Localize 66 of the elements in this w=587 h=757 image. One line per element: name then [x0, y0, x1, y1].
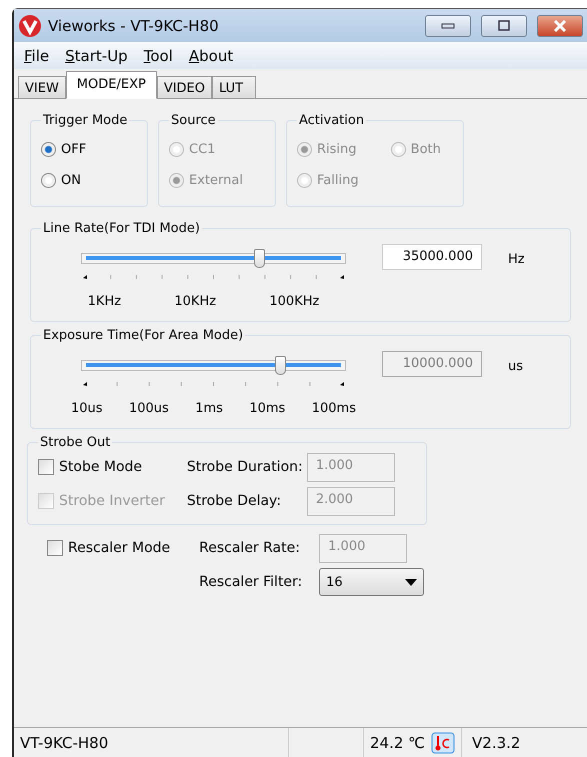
tab[interactable]: VIDEO: [156, 76, 212, 98]
status-text: VT-9KC-H80: [19, 734, 110, 752]
scale-label: 1KHz: [88, 294, 122, 309]
field-label: Rescaler Filter:: [199, 574, 304, 590]
menu-item[interactable]: File: [24, 46, 50, 64]
scale-label: 100us: [128, 401, 169, 416]
menu-item[interactable]: Tool: [144, 46, 173, 64]
radio-label: ON: [61, 173, 81, 188]
checkbox[interactable]: [38, 459, 54, 475]
input-field: 2.000: [306, 486, 395, 516]
slider-track[interactable]: [81, 356, 346, 375]
scale-label: 100ms: [312, 401, 356, 416]
radio-label: OFF: [61, 142, 86, 157]
input-field: 1.000: [319, 534, 408, 562]
caret-icon: [405, 578, 418, 586]
group-title: Trigger Mode: [42, 113, 128, 128]
radio-option[interactable]: ON: [41, 165, 137, 196]
minimize-button[interactable]: [425, 14, 471, 36]
status-text: 24.2 ℃: [369, 734, 426, 752]
group-title: Activation: [298, 113, 366, 128]
radio-label: Both: [410, 142, 441, 157]
close-button[interactable]: [537, 14, 583, 36]
slider-track[interactable]: [81, 249, 346, 268]
scale-label: 10ms: [249, 401, 286, 416]
tab[interactable]: MODE/EXP: [66, 71, 157, 99]
slider-thumb[interactable]: [254, 249, 265, 268]
group-title: Strobe Out: [39, 435, 112, 450]
maximize-button[interactable]: [481, 14, 527, 36]
input-field: 1.000: [306, 452, 395, 482]
group-title: Exposure Time(For Area Mode): [42, 328, 244, 343]
thermometer-icon: [431, 732, 456, 754]
radio-label: External: [189, 173, 243, 188]
scale-label: 100KHz: [269, 294, 320, 309]
unit-label: us: [508, 359, 524, 374]
tab[interactable]: LUT: [212, 76, 256, 98]
field-label: Rescaler Rate:: [199, 540, 301, 556]
checkbox-label: Rescaler Mode: [68, 540, 170, 556]
radio-label: Rising: [317, 142, 357, 157]
menu-item[interactable]: Start-Up: [65, 46, 128, 64]
radio-button[interactable]: [41, 173, 56, 188]
scale-label: 1ms: [195, 401, 223, 416]
unit-label: Hz: [508, 252, 525, 267]
group-title: Line Rate(For TDI Mode): [42, 221, 201, 236]
radio-label: CC1: [189, 142, 216, 157]
app-logo-icon: [18, 14, 42, 38]
status-text: V2.3.2: [471, 734, 522, 752]
field-label: Strobe Duration:: [186, 459, 303, 475]
maximize-icon: [497, 20, 511, 32]
checkbox-label: Stobe Mode: [59, 459, 142, 475]
field-label: Strobe Delay:: [186, 493, 282, 509]
window-title: Vieworks - VT-9KC-H80: [48, 16, 220, 34]
value-field[interactable]: 35000.000: [382, 244, 482, 270]
menu-item[interactable]: About: [188, 46, 234, 64]
tab[interactable]: VIEW: [18, 76, 66, 98]
filter-dropdown[interactable]: 16: [319, 568, 424, 596]
radio-label: Falling: [317, 173, 359, 188]
close-icon: [553, 20, 567, 32]
checkbox[interactable]: [47, 540, 63, 556]
radio-button[interactable]: [41, 142, 56, 157]
scale-label: 10KHz: [174, 294, 216, 309]
radio-option[interactable]: OFF: [41, 134, 137, 165]
scale-label: 10us: [71, 401, 103, 416]
group-title: Source: [170, 113, 217, 128]
checkbox-label: Strobe Inverter: [59, 493, 165, 509]
value-field: 10000.000: [382, 351, 482, 377]
minimize-icon: [441, 22, 455, 28]
